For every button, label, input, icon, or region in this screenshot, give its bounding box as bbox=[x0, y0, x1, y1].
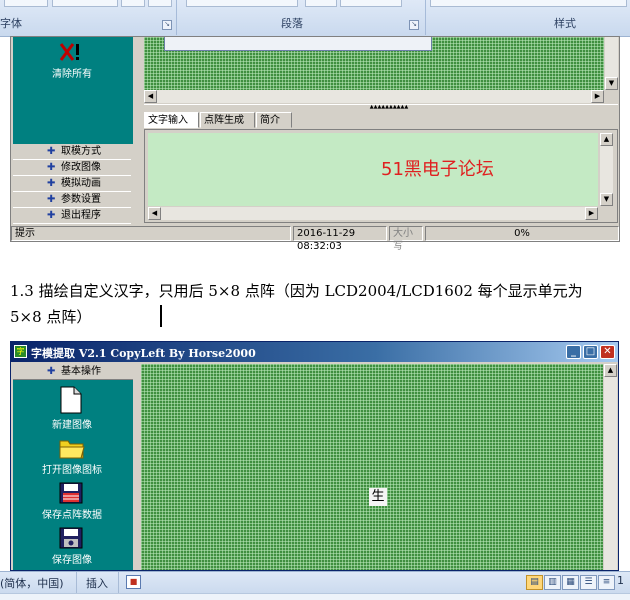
status-hint: 提示 bbox=[11, 226, 291, 241]
dialog-launcher-icon[interactable]: ↘ bbox=[409, 20, 419, 30]
tool-panel: 清除所有 bbox=[13, 37, 133, 144]
menu-item-sampling-mode[interactable]: ✚ 取模方式 bbox=[13, 144, 131, 160]
maximize-icon[interactable]: □ bbox=[583, 345, 598, 359]
tab-text-input[interactable]: 文字输入区 bbox=[144, 112, 199, 141]
minimize-icon[interactable]: _ bbox=[566, 345, 581, 359]
expand-plus-icon: ✚ bbox=[47, 210, 56, 221]
text-cursor bbox=[160, 305, 162, 327]
scroll-right-icon[interactable]: ▶ bbox=[591, 90, 604, 103]
horizontal-scrollbar[interactable]: ◀ ▶ bbox=[144, 90, 604, 103]
zoom-indicator[interactable]: 1 bbox=[617, 574, 624, 587]
font-tool-window: 字 字模提取 V2.1 CopyLeft By Horse2000 _ □ ✕ … bbox=[10, 341, 619, 571]
scroll-up-icon[interactable]: ▲ bbox=[604, 364, 617, 377]
menu-item-parameter-settings[interactable]: ✚ 参数设置 bbox=[13, 192, 131, 208]
scroll-down-icon[interactable]: ▼ bbox=[600, 193, 613, 206]
outline-view-icon[interactable]: ☰ bbox=[580, 575, 597, 590]
ribbon-group-paragraph: 段落 ↘ bbox=[177, 0, 426, 35]
print-layout-view-icon[interactable]: ▤ bbox=[526, 575, 543, 590]
canvas-overlay-box bbox=[164, 37, 432, 51]
text-input-frame: 51黑电子论坛 ▲ ▼ ◀ ▶ bbox=[144, 129, 618, 223]
ribbon: 字体 ↘ 段落 ↘ 样式 bbox=[0, 0, 630, 37]
ribbon-group-label: 字体 bbox=[0, 17, 22, 30]
scroll-down-icon[interactable]: ▼ bbox=[605, 77, 618, 90]
text-input-area[interactable]: 51黑电子论坛 bbox=[148, 133, 598, 206]
save-image-icon[interactable] bbox=[59, 527, 83, 549]
word-status-bar: (简体，中国) 插入 ■ ▤ ▥ ▦ ☰ ≡ 1 bbox=[0, 571, 630, 600]
insert-mode-indicator[interactable]: 插入 bbox=[86, 575, 108, 591]
vertical-scrollbar[interactable]: ▼ bbox=[605, 37, 618, 90]
input-text: 51黑电子论坛 bbox=[381, 159, 494, 180]
dot-matrix-canvas[interactable]: 生 bbox=[141, 364, 603, 570]
new-image-label: 新建图像 bbox=[52, 420, 92, 431]
text-horizontal-scrollbar[interactable]: ◀ ▶ bbox=[148, 207, 598, 220]
language-indicator[interactable]: (简体，中国) bbox=[0, 575, 64, 591]
ribbon-group-font: 字体 ↘ bbox=[0, 0, 177, 35]
menu-item-simulate-animation[interactable]: ✚ 模拟动画 bbox=[13, 176, 131, 192]
dialog-launcher-icon[interactable]: ↘ bbox=[162, 20, 172, 30]
vertical-scrollbar[interactable]: ▲ bbox=[604, 364, 617, 570]
macro-record-icon[interactable]: ■ bbox=[126, 575, 141, 589]
draft-view-icon[interactable]: ≡ bbox=[598, 575, 615, 590]
dot-matrix-canvas[interactable] bbox=[144, 37, 604, 90]
new-image-icon[interactable] bbox=[59, 386, 83, 414]
status-datetime: 2016-11-29 08:32:03 bbox=[293, 226, 387, 252]
close-icon[interactable]: ✕ bbox=[600, 345, 615, 359]
tool-panel: 新建图像 打开图像图标 保存点阵数据 保存图像 bbox=[13, 380, 133, 570]
tab-intro[interactable]: 简介 bbox=[256, 112, 292, 128]
document-paragraph[interactable]: 1.3 描绘自定义汉字，只用后 5×8 点阵（因为 LCD2004/LCD160… bbox=[10, 278, 610, 330]
scroll-left-icon[interactable]: ◀ bbox=[148, 207, 161, 220]
expand-plus-icon: ✚ bbox=[47, 194, 56, 205]
full-screen-reading-icon[interactable]: ▥ bbox=[544, 575, 561, 590]
font-tool-window-top: 清除所有 ✚ 取模方式 ✚ 修改图像 ✚ 模拟动画 ✚ 参数设置 ✚ 退出程序 ▼ ◀ ▶… bbox=[10, 36, 620, 252]
open-image-label: 打开图像图标 bbox=[42, 465, 102, 476]
expand-plus-icon: ✚ bbox=[47, 178, 56, 189]
scroll-left-icon[interactable]: ◀ bbox=[144, 90, 157, 103]
status-caps-lock: 大小写 bbox=[389, 226, 423, 252]
function-menu: ✚ 取模方式 ✚ 修改图像 ✚ 模拟动画 ✚ 参数设置 ✚ 退出程序 bbox=[13, 144, 133, 225]
scroll-right-icon[interactable]: ▶ bbox=[585, 207, 598, 220]
canvas-glyph: 生 bbox=[369, 488, 387, 506]
expand-plus-icon: ✚ bbox=[47, 162, 56, 173]
save-dot-data-label: 保存点阵数据 bbox=[42, 510, 102, 521]
status-divider bbox=[118, 572, 119, 594]
title-bar[interactable]: 字 字模提取 V2.1 CopyLeft By Horse2000 _ □ ✕ bbox=[11, 342, 618, 362]
open-image-icon[interactable] bbox=[59, 437, 85, 459]
app-icon: 字 bbox=[14, 345, 27, 358]
menu-item-edit-image[interactable]: ✚ 修改图像 bbox=[13, 160, 131, 176]
tab-dot-matrix-output[interactable]: 点阵生成区 bbox=[200, 112, 255, 141]
scroll-up-icon[interactable]: ▲ bbox=[600, 133, 613, 146]
expand-plus-icon: ✚ bbox=[47, 366, 56, 377]
splitter-grip[interactable]: ▲▲▲▲▲▲▲▲▲▲ bbox=[294, 105, 484, 110]
status-bar: 提示 2016-11-29 08:32:03 大小写 0% bbox=[11, 226, 619, 252]
menu-item-exit[interactable]: ✚ 退出程序 bbox=[13, 208, 131, 224]
save-image-label: 保存图像 bbox=[52, 555, 92, 566]
ribbon-group-label: 段落 bbox=[281, 17, 303, 30]
status-divider bbox=[76, 572, 77, 594]
web-layout-icon[interactable]: ▦ bbox=[562, 575, 579, 590]
splitter[interactable]: ▲▲▲▲▲▲▲▲▲▲ bbox=[144, 104, 618, 111]
text-vertical-scrollbar[interactable]: ▲ ▼ bbox=[600, 133, 613, 206]
expand-plus-icon: ✚ bbox=[47, 146, 56, 157]
ribbon-group-styles: 样式 bbox=[426, 0, 630, 35]
clear-all-label: 清除所有 bbox=[52, 69, 92, 80]
ribbon-group-label: 样式 bbox=[554, 17, 576, 30]
tab-strip: 文字输入区 点阵生成区 简介 bbox=[144, 112, 618, 141]
window-title: 字模提取 V2.1 CopyLeft By Horse2000 bbox=[31, 347, 256, 360]
clear-all-icon[interactable] bbox=[57, 41, 83, 63]
save-dot-data-icon[interactable] bbox=[59, 482, 83, 504]
section-header-basic-ops[interactable]: ✚ 基本操作 bbox=[13, 364, 133, 380]
status-progress: 0% bbox=[425, 226, 619, 241]
